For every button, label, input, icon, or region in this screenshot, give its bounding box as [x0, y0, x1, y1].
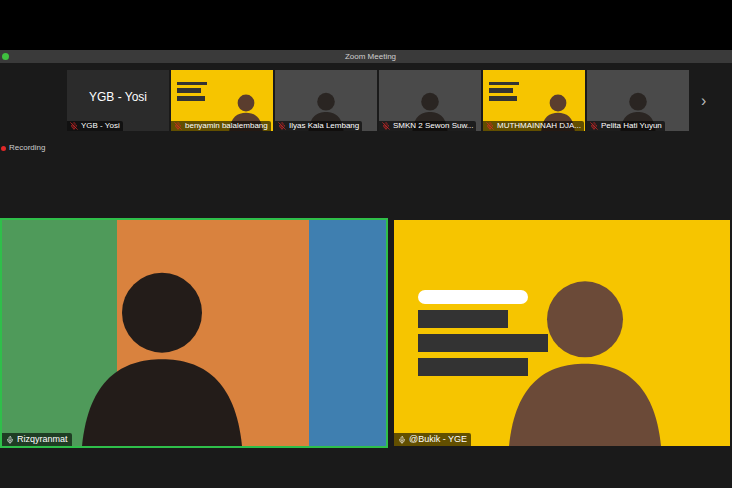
participant-display-name: YGB - Yosi [89, 88, 147, 106]
participant-thumbnail[interactable]: Ilyas Kala Lembang [275, 70, 377, 131]
speaker-row: Rizqyranmat @Bukik - YGE [0, 218, 732, 448]
recording-dot-icon [1, 146, 6, 151]
mic-muted-icon [70, 122, 78, 130]
mic-muted-icon [278, 122, 286, 130]
mic-muted-icon [590, 122, 598, 130]
participant-thumbnail[interactable]: YGB - Yosi YGB - Yosi [67, 70, 169, 131]
participant-name-label: Ilyas Kala Lembang [275, 121, 362, 131]
speaker-figure-icon [62, 246, 262, 446]
thumbnail-strip: YGB - Yosi YGB - Yosi benyamin balalembang… [0, 63, 732, 131]
participant-thumbnail[interactable]: MUTHMAINNAH DJA... [483, 70, 585, 131]
participant-name-label: Rizqyranmat [2, 433, 72, 446]
mic-muted-icon [486, 122, 494, 130]
recording-indicator: Recording [0, 144, 732, 152]
participant-thumbnail[interactable]: SMKN 2 Sewon Suw... [379, 70, 481, 131]
speaker-video[interactable]: Rizqyranmat [0, 218, 388, 448]
zoom-screen: Zoom Meeting YGB - Yosi YGB - Yosi benyamin… [0, 0, 732, 488]
speaker-video[interactable]: @Bukik - YGE [392, 218, 732, 448]
participant-name-label: MUTHMAINNAH DJA... [483, 121, 584, 131]
mic-icon [398, 436, 406, 444]
participant-name-label: Pelita Hati Yuyun [587, 121, 665, 131]
window-close-icon[interactable] [2, 53, 9, 60]
mic-muted-icon [174, 122, 182, 130]
participant-thumbnail[interactable]: Pelita Hati Yuyun [587, 70, 689, 131]
participant-name-label: @Bukik - YGE [394, 433, 471, 446]
mic-muted-icon [382, 122, 390, 130]
participant-name-label: benyamin balalembang [171, 121, 271, 131]
participant-thumbnail[interactable]: benyamin balalembang [171, 70, 273, 131]
mic-icon [6, 436, 14, 444]
participant-name-label: SMKN 2 Sewon Suw... [379, 121, 476, 131]
participant-name-label: YGB - Yosi [67, 121, 123, 131]
next-page-button[interactable]: › [701, 93, 706, 109]
title-bar: Zoom Meeting [0, 50, 732, 63]
